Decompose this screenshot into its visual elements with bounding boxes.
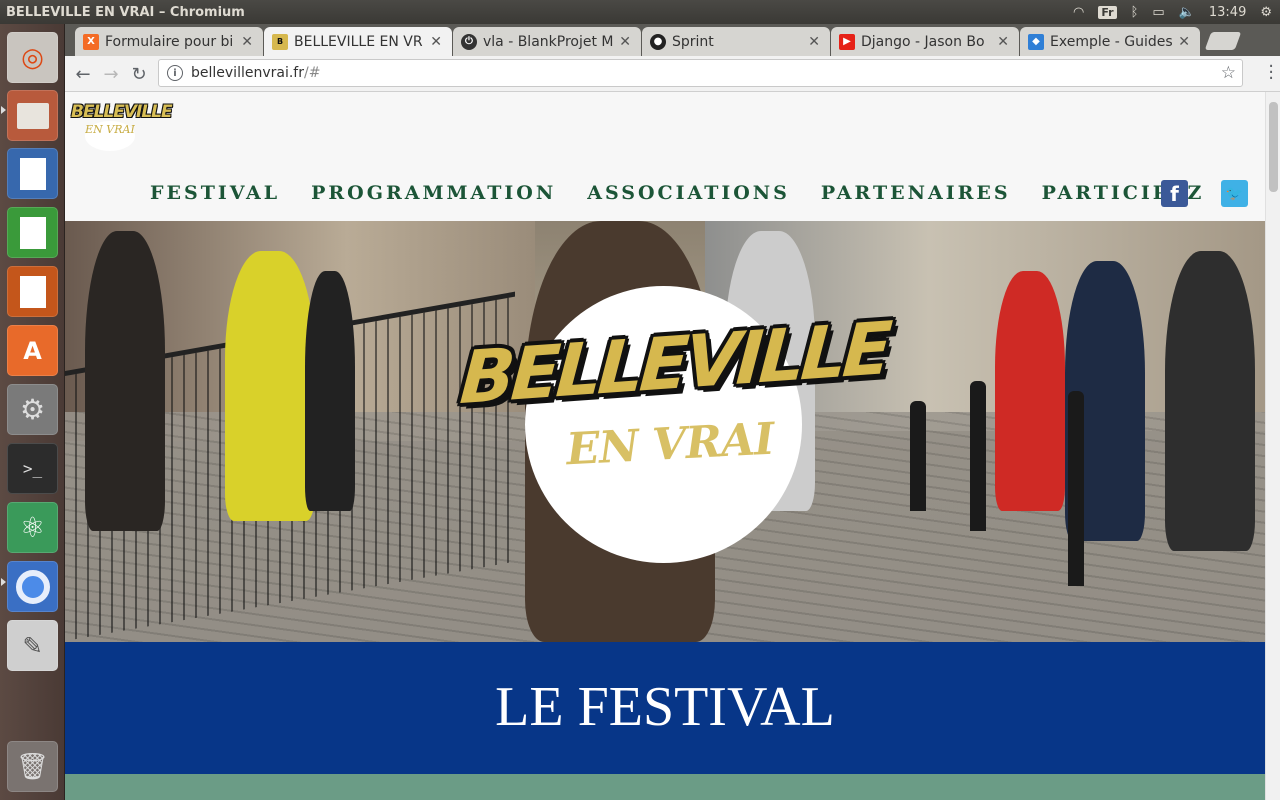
libreoffice-calc-icon[interactable] [7, 207, 58, 258]
wifi-icon[interactable]: ◠ [1073, 5, 1084, 20]
main-nav: FESTIVAL PROGRAMMATION ASSOCIATIONS PART… [150, 182, 1204, 204]
tab-label: vla - BlankProjet M [483, 33, 614, 50]
hero-logo: BELLEVILLE EN VRAI [458, 306, 891, 476]
page-scrollbar[interactable] [1265, 92, 1280, 800]
gear-icon[interactable]: ⚙ [1260, 5, 1272, 20]
hero-image: BELLEVILLE EN VRAI [65, 221, 1265, 642]
tab-django[interactable]: ▶ Django - Jason Bo ✕ [831, 27, 1019, 56]
hero-figure [225, 251, 315, 521]
power-icon: ⏻ [461, 33, 477, 50]
hero-bollard [1068, 391, 1084, 586]
tab-belleville[interactable]: B BELLEVILLE EN VR ✕ [264, 27, 452, 56]
site-logo[interactable]: BELLEVILLE EN VRAI [71, 102, 173, 152]
libreoffice-writer-icon[interactable] [7, 148, 58, 199]
close-icon[interactable]: ✕ [1178, 34, 1190, 50]
belleville-icon: B [272, 33, 288, 50]
nav-associations[interactable]: ASSOCIATIONS [587, 182, 790, 204]
window-title: BELLEVILLE EN VRAI – Chromium [6, 4, 245, 20]
logo-text-top: BELLEVILLE [71, 102, 173, 122]
scrollbar-thumb[interactable] [1269, 102, 1278, 192]
volume-icon[interactable]: 🔈 [1179, 5, 1195, 20]
tab-strip: X Formulaire pour bi ✕ B BELLEVILLE EN V… [65, 24, 1280, 56]
chromium-icon[interactable] [7, 561, 58, 612]
system-settings-icon[interactable]: ⚙ [7, 384, 58, 435]
nav-festival[interactable]: FESTIVAL [150, 182, 280, 204]
url-path: /# [303, 65, 321, 81]
site-header: BELLEVILLE EN VRAI FESTIVAL PROGRAMMATIO… [65, 92, 1265, 220]
bookmark-star-icon[interactable]: ☆ [1221, 63, 1236, 83]
green-section-band [65, 774, 1265, 800]
festival-section-header: LE FESTIVAL [65, 642, 1265, 774]
xampp-icon: X [83, 33, 99, 50]
tab-label: Django - Jason Bo [861, 33, 985, 50]
url-host: bellevillenvrai.fr [191, 65, 304, 81]
nav-programmation[interactable]: PROGRAMMATION [311, 182, 556, 204]
tab-label: BELLEVILLE EN VR [294, 33, 423, 50]
logo-text-bottom: EN VRAI [85, 121, 135, 151]
atom-editor-icon[interactable]: ⚛ [7, 502, 58, 553]
tab-label: Exemple - Guides p [1050, 33, 1173, 50]
tab-label: Formulaire pour bi [105, 33, 234, 50]
youtube-icon: ▶ [839, 33, 855, 50]
hero-figure [995, 271, 1065, 511]
ubuntu-dash-icon[interactable]: ◎ [7, 32, 58, 83]
reload-icon[interactable]: ↻ [127, 62, 151, 86]
hero-logo-text-top: BELLEVILLE [457, 305, 891, 421]
files-icon[interactable] [7, 90, 58, 141]
forward-arrow-icon[interactable]: → [99, 62, 123, 86]
address-bar[interactable]: i bellevillenvrai.fr/# ☆ [158, 59, 1243, 87]
close-icon[interactable]: ✕ [997, 34, 1009, 50]
close-icon[interactable]: ✕ [808, 34, 820, 50]
info-icon[interactable]: i [167, 65, 183, 81]
tab-formulaire[interactable]: X Formulaire pour bi ✕ [75, 27, 263, 56]
nav-partenaires[interactable]: PARTENAIRES [821, 182, 1011, 204]
close-icon[interactable]: ✕ [430, 34, 442, 50]
tab-label: Sprint [672, 33, 714, 50]
hero-bollard [910, 401, 926, 511]
libreoffice-impress-icon[interactable] [7, 266, 58, 317]
hero-bollard [970, 381, 986, 531]
close-icon[interactable]: ✕ [619, 34, 631, 50]
clock[interactable]: 13:49 [1209, 5, 1246, 20]
tab-exemple[interactable]: ◆ Exemple - Guides p ✕ [1020, 27, 1200, 56]
running-indicator [1, 106, 6, 114]
top-panel: BELLEVILLE EN VRAI – Chromium ◠ Fr ᛒ ▭ 🔈… [0, 0, 1280, 24]
bluetooth-icon[interactable]: ᛒ [1131, 5, 1139, 20]
tab-vla[interactable]: ⏻ vla - BlankProjet M ✕ [453, 27, 641, 56]
system-tray: ◠ Fr ᛒ ▭ 🔈 13:49 ⚙ [1073, 0, 1272, 24]
close-icon[interactable]: ✕ [241, 34, 253, 50]
software-center-icon[interactable]: A [7, 325, 58, 376]
hero-figure [85, 231, 165, 531]
guide-icon: ◆ [1028, 33, 1044, 50]
section-title: LE FESTIVAL [495, 676, 835, 738]
hero-figure [305, 271, 355, 511]
back-arrow-icon[interactable]: ← [71, 62, 95, 86]
twitter-icon[interactable]: 🐦 [1221, 180, 1248, 207]
tab-sprint[interactable]: ● Sprint ✕ [642, 27, 830, 56]
page-viewport: BELLEVILLE EN VRAI FESTIVAL PROGRAMMATIO… [65, 92, 1280, 800]
running-indicator [1, 578, 6, 586]
battery-icon[interactable]: ▭ [1152, 5, 1164, 20]
keyboard-layout-indicator[interactable]: Fr [1098, 5, 1117, 19]
facebook-icon[interactable]: f [1161, 180, 1188, 207]
hero-figure [1165, 251, 1255, 551]
unity-launcher: ◎ A ⚙ >_ ⚛ ✎ 🗑 [0, 24, 65, 800]
new-tab-button[interactable] [1204, 32, 1242, 50]
text-editor-icon[interactable]: ✎ [7, 620, 58, 671]
browser-toolbar: ← → ↻ i bellevillenvrai.fr/# ☆ · · · [65, 56, 1280, 92]
menu-icon[interactable]: · · · [1268, 58, 1274, 88]
trash-icon[interactable]: 🗑 [7, 741, 58, 792]
github-icon: ● [650, 33, 666, 50]
terminal-icon[interactable]: >_ [7, 443, 58, 494]
